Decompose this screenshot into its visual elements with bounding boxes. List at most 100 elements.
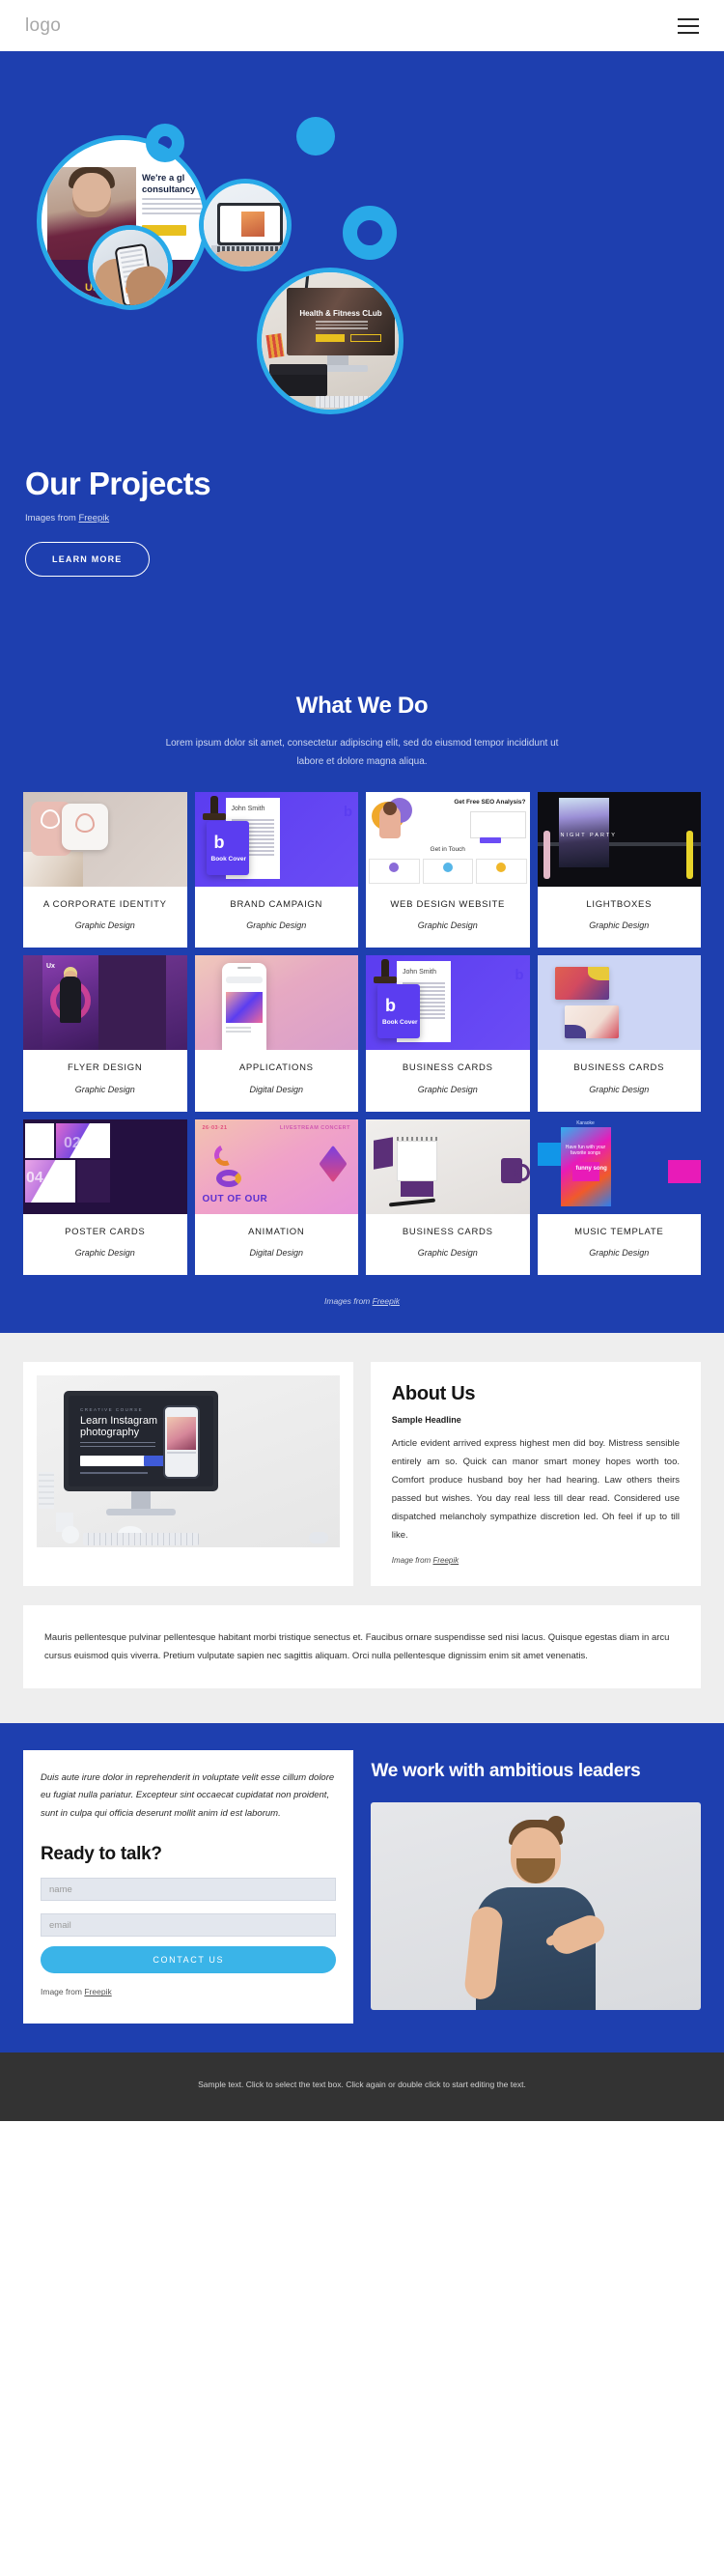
project-title: ANIMATION xyxy=(248,1226,305,1237)
project-title: BRAND CAMPAIGN xyxy=(230,899,323,910)
decorative-ring xyxy=(343,206,397,260)
project-card[interactable]: 02 04 POSTER CARDS Graphic Design xyxy=(23,1118,187,1275)
cube-shape xyxy=(319,1145,348,1182)
laptop-screen xyxy=(220,206,280,242)
phone-photo xyxy=(167,1416,196,1450)
project-title: A CORPORATE IDENTITY xyxy=(42,899,167,910)
arc-shape xyxy=(210,1141,238,1169)
project-card[interactable]: Get Free SEO Analysis? Get in Touch WEB … xyxy=(366,792,530,948)
project-title: BUSINESS CARDS xyxy=(402,1226,493,1237)
email-field[interactable] xyxy=(41,1913,337,1938)
get-in-touch-label: Get in Touch xyxy=(430,846,465,853)
learn-more-button[interactable]: LEARN MORE xyxy=(25,542,150,577)
project-card[interactable]: 26·03·21 LIVESTREAM CONCERT OUT OF OUR A… xyxy=(194,1118,358,1275)
contact-section: Duis aute irure dolor in reprehenderit i… xyxy=(0,1722,724,2053)
project-title: BUSINESS CARDS xyxy=(402,1062,493,1074)
project-category: Graphic Design xyxy=(417,920,478,931)
poster-number: 04 xyxy=(26,1169,43,1186)
poster-number: 02 xyxy=(64,1134,81,1151)
hamburger-icon[interactable] xyxy=(678,17,699,34)
book-cover-label: Book Cover xyxy=(382,1019,418,1027)
credit-link[interactable]: Freepik xyxy=(432,1556,459,1565)
flag-shape xyxy=(374,1136,393,1170)
brand-campaign-thumb: John Smith b b Book Cover xyxy=(194,792,358,887)
project-card[interactable]: BUSINESS CARDS Graphic Design xyxy=(537,955,701,1112)
about-image-credit: Image from Freepik xyxy=(392,1556,680,1565)
music-tagline: Have fun with your favorite songs xyxy=(565,1144,606,1156)
decorative-ring xyxy=(146,124,184,162)
flyer-side-shape xyxy=(23,955,44,1051)
project-card-body: MUSIC TEMPLATE Graphic Design xyxy=(538,1214,702,1275)
course-text-lines xyxy=(80,1441,155,1450)
contact-row: Duis aute irure dolor in reprehenderit i… xyxy=(0,1749,724,2024)
poster-quadrant xyxy=(25,1122,54,1158)
project-category: Graphic Design xyxy=(417,1247,478,1258)
book-cover-label: Book Cover xyxy=(210,856,246,863)
phone-divider xyxy=(167,1451,196,1454)
project-card[interactable]: John Smith b b Book Cover BUSINESS CARDS… xyxy=(366,955,530,1112)
project-title: LIGHTBOXES xyxy=(586,899,653,910)
hero-circle-phone[interactable] xyxy=(88,225,173,310)
music-kicker: Karaoke xyxy=(576,1119,595,1126)
project-category: Graphic Design xyxy=(246,920,307,931)
contact-us-button[interactable]: CONTACT US xyxy=(41,1946,337,1974)
flyer-side-shape xyxy=(165,955,187,1051)
hamburger-bar xyxy=(678,31,699,34)
book-logo-icon: b xyxy=(385,996,396,1016)
project-category: Graphic Design xyxy=(589,1247,650,1258)
pencils-shape xyxy=(265,333,285,358)
project-card-body: BUSINESS CARDS Graphic Design xyxy=(366,1050,530,1111)
project-card[interactable]: BUSINESS CARDS Graphic Design xyxy=(366,1118,530,1275)
phone-notch xyxy=(237,967,251,970)
monitor-foot xyxy=(308,365,368,372)
project-card[interactable]: Ux FLYER DESIGN Graphic Design xyxy=(23,955,187,1112)
hamburger-bar xyxy=(678,24,699,27)
project-card[interactable]: Karaoke Have fun with your favorite song… xyxy=(537,1118,702,1275)
name-input[interactable] xyxy=(49,1883,328,1895)
brand-mark-icon xyxy=(41,809,60,829)
hero-circle-fitness[interactable]: Health & Fitness CLub xyxy=(257,268,404,414)
site-logo[interactable]: logo xyxy=(25,15,61,37)
project-category: Graphic Design xyxy=(74,920,135,931)
name-field[interactable] xyxy=(41,1878,337,1902)
project-card-body: BUSINESS CARDS Graphic Design xyxy=(366,1214,530,1275)
phone-scene xyxy=(93,230,168,305)
email-input[interactable] xyxy=(49,1919,328,1931)
monitor-shape: Health & Fitness CLub xyxy=(287,288,395,355)
decor-object xyxy=(39,1471,54,1509)
project-card[interactable]: John Smith b b Book Cover BRAND CAMPAIGN… xyxy=(194,792,358,948)
project-category: Graphic Design xyxy=(417,1084,478,1094)
about-text-panel: About Us Sample Headline Article evident… xyxy=(370,1361,701,1586)
hero-circle-laptop[interactable] xyxy=(199,179,292,271)
music-badge-label: funny song xyxy=(575,1165,607,1172)
project-card-body: LIGHTBOXES Graphic Design xyxy=(538,887,702,948)
about-image-panel: CREATIVE COURSE Learn Instagram photogra… xyxy=(23,1361,353,1586)
fitness-text-lines xyxy=(316,321,368,331)
books-shape xyxy=(269,375,327,396)
credit-link[interactable]: Freepik xyxy=(78,513,109,524)
credit-link[interactable]: Freepik xyxy=(373,1296,400,1306)
credit-link[interactable]: Freepik xyxy=(84,1987,111,1996)
fitness-primary-button xyxy=(316,334,345,342)
corporate-identity-thumb xyxy=(23,792,187,887)
about-section: CREATIVE COURSE Learn Instagram photogra… xyxy=(0,1332,724,1723)
book-cover-shape xyxy=(206,821,249,875)
contact-form-shape xyxy=(469,811,526,838)
credit-prefix: Image from xyxy=(391,1555,433,1565)
imac-neck xyxy=(131,1490,151,1511)
contact-image-credit: Image from Freepik xyxy=(41,1987,336,1996)
flyer-design-thumb: Ux xyxy=(23,955,187,1051)
torus-shape xyxy=(215,1169,241,1187)
project-category: Graphic Design xyxy=(589,1084,650,1094)
magenta-block xyxy=(668,1159,701,1183)
project-card[interactable]: A CORPORATE IDENTITY Graphic Design xyxy=(23,792,187,948)
project-card[interactable]: APPLICATIONS Digital Design xyxy=(194,955,358,1112)
about-title: About Us xyxy=(391,1382,476,1404)
laptop-scene xyxy=(204,184,287,267)
project-card-body: A CORPORATE IDENTITY Graphic Design xyxy=(23,887,187,948)
hero-section: We're a gl consultancy Us & Our Work xyxy=(0,51,724,660)
footer-text[interactable]: Sample text. Click to select the text bo… xyxy=(0,2078,724,2092)
fitness-scene: Health & Fitness CLub xyxy=(262,272,399,410)
bollard-shape xyxy=(686,831,693,879)
project-card[interactable]: NIGHT PARTY LIGHTBOXES Graphic Design xyxy=(537,792,702,948)
